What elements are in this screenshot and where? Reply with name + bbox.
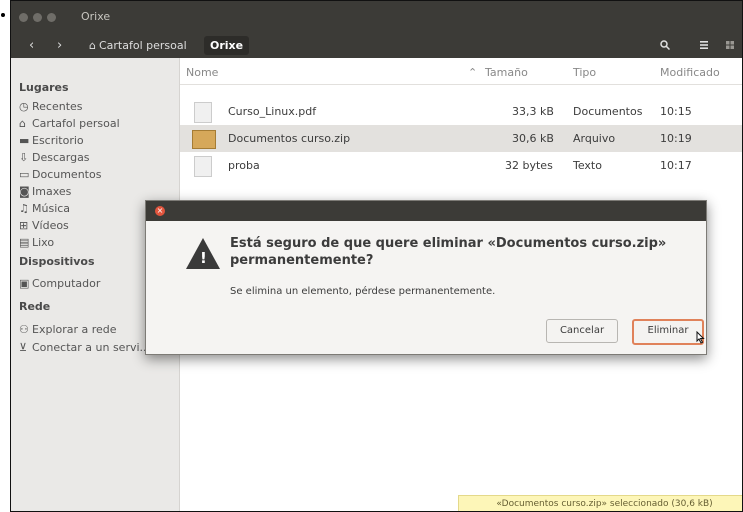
sidebar-item-escritorio[interactable]: ▬ Escritorio: [19, 134, 84, 147]
recent-icon: ◷: [19, 100, 29, 113]
download-icon: ⇩: [19, 151, 29, 164]
music-icon: ♫: [19, 202, 29, 215]
search-icon[interactable]: [660, 39, 671, 53]
server-icon: ⊻: [19, 341, 28, 354]
column-size[interactable]: Tamaño: [485, 66, 528, 79]
file-size: 32 bytes: [505, 159, 553, 172]
sidebar-item-label: Vídeos: [32, 219, 69, 232]
sidebar-item-label: Explorar a rede: [32, 323, 117, 336]
toolbar: ‹ › ⌂ Cartafol persoal Orixe: [11, 33, 742, 58]
file-size: 33,3 kB: [512, 105, 554, 118]
sidebar-item-label: Música: [32, 202, 71, 215]
sidebar-item-home[interactable]: ⌂ Cartafol persoal: [19, 117, 120, 130]
sidebar-item-musica[interactable]: ♫ Música: [19, 202, 70, 215]
dialog-title-bar: ×: [146, 201, 706, 221]
column-name[interactable]: Nome: [186, 66, 218, 79]
breadcrumb-home-label: Cartafol persoal: [98, 39, 187, 52]
dialog-message: Se elimina un elemento, pérdese permanen…: [230, 286, 496, 297]
sidebar-item-label: Documentos: [32, 168, 102, 181]
breadcrumb-current[interactable]: Orixe: [204, 36, 250, 55]
column-modified[interactable]: Modificado: [660, 66, 720, 79]
sidebar-item-label: Recentes: [32, 100, 83, 113]
back-button[interactable]: ‹: [29, 38, 34, 53]
file-modified: 10:17: [660, 159, 692, 172]
archive-file-icon: [192, 130, 216, 149]
file-modified: 10:19: [660, 132, 692, 145]
sidebar-item-computador[interactable]: ▣ Computador: [19, 277, 100, 290]
sidebar-item-label: Computador: [32, 277, 101, 290]
column-type[interactable]: Tipo: [573, 66, 596, 79]
sidebar-item-videos[interactable]: ⊞ Vídeos: [19, 219, 69, 232]
column-header-row: Nome ⌃ Tamaño Tipo Modificado: [180, 58, 742, 85]
sidebar-item-label: Escritorio: [32, 134, 84, 147]
trash-icon: ▤: [19, 236, 30, 249]
maximize-window-button[interactable]: [47, 13, 56, 22]
sidebar-header-devices: Dispositivos: [19, 255, 95, 268]
sidebar-header-network: Rede: [19, 300, 51, 313]
sidebar-item-label: Imaxes: [32, 185, 72, 198]
close-window-button[interactable]: [19, 13, 28, 22]
list-view-icon[interactable]: [699, 39, 709, 53]
status-bar: «Documentos curso.zip» seleccionado (30,…: [458, 495, 742, 511]
table-row-selected[interactable]: Documentos curso.zip 30,6 kB Arquivo 10:…: [180, 125, 742, 152]
home-icon: ⌂: [19, 117, 26, 130]
grid-view-icon[interactable]: [725, 39, 735, 53]
confirm-delete-dialog: × ! Está seguro de que quere eliminar «D…: [145, 200, 707, 355]
desktop-icon: ▬: [19, 134, 30, 147]
file-modified: 10:15: [660, 105, 692, 118]
minimize-window-button[interactable]: [33, 13, 42, 22]
sidebar-item-lixo[interactable]: ▤ Lixo: [19, 236, 54, 249]
dialog-title: Está seguro de que quere eliminar «Docum…: [230, 236, 667, 268]
sidebar-item-label: Cartafol persoal: [32, 117, 120, 130]
document-icon: ▭: [19, 168, 30, 181]
file-name: proba: [228, 159, 260, 172]
sidebar-item-label: Descargas: [32, 151, 90, 164]
breadcrumb-home[interactable]: ⌂ Cartafol persoal: [89, 39, 187, 52]
sidebar-item-label: Lixo: [32, 236, 55, 249]
sidebar-item-label: Conectar a un servi...: [32, 341, 151, 354]
file-type: Arquivo: [573, 132, 616, 145]
sidebar-item-documentos[interactable]: ▭ Documentos: [19, 168, 101, 181]
sidebar-item-explorar-rede[interactable]: ⚇ Explorar a rede: [19, 323, 117, 336]
sort-indicator-icon: ⌃: [468, 66, 478, 79]
file-size: 30,6 kB: [512, 132, 554, 145]
film-icon: ⊞: [19, 219, 29, 232]
forward-button[interactable]: ›: [57, 38, 62, 53]
text-file-icon: [194, 156, 212, 177]
file-name: Documentos curso.zip: [228, 132, 351, 145]
computer-icon: ▣: [19, 277, 30, 290]
sidebar-item-conectar-servidor[interactable]: ⊻ Conectar a un servi...: [19, 341, 150, 354]
warning-exclamation: !: [200, 249, 207, 267]
sidebar-item-imaxes[interactable]: ◙ Imaxes: [19, 185, 71, 198]
home-icon: ⌂: [89, 39, 96, 52]
close-icon[interactable]: ×: [155, 206, 165, 216]
sidebar-item-descargas[interactable]: ⇩ Descargas: [19, 151, 90, 164]
table-row[interactable]: Curso_Linux.pdf 33,3 kB Documentos 10:15: [180, 98, 742, 125]
mouse-pointer-icon: [694, 330, 706, 349]
file-type: Texto: [573, 159, 602, 172]
cancel-button[interactable]: Cancelar: [546, 319, 618, 343]
bullet-dot: [1, 13, 5, 17]
file-name: Curso_Linux.pdf: [228, 105, 317, 118]
table-row[interactable]: proba 32 bytes Texto 10:17: [180, 152, 742, 179]
pdf-file-icon: [194, 102, 212, 123]
sidebar-item-recentes[interactable]: ◷ Recentes: [19, 100, 83, 113]
window-title: Orixe: [81, 10, 111, 23]
network-icon: ⚇: [19, 323, 29, 336]
camera-icon: ◙: [19, 185, 30, 198]
file-type: Documentos: [573, 105, 643, 118]
title-bar: Orixe: [11, 1, 742, 33]
sidebar-header-places: Lugares: [19, 81, 69, 94]
